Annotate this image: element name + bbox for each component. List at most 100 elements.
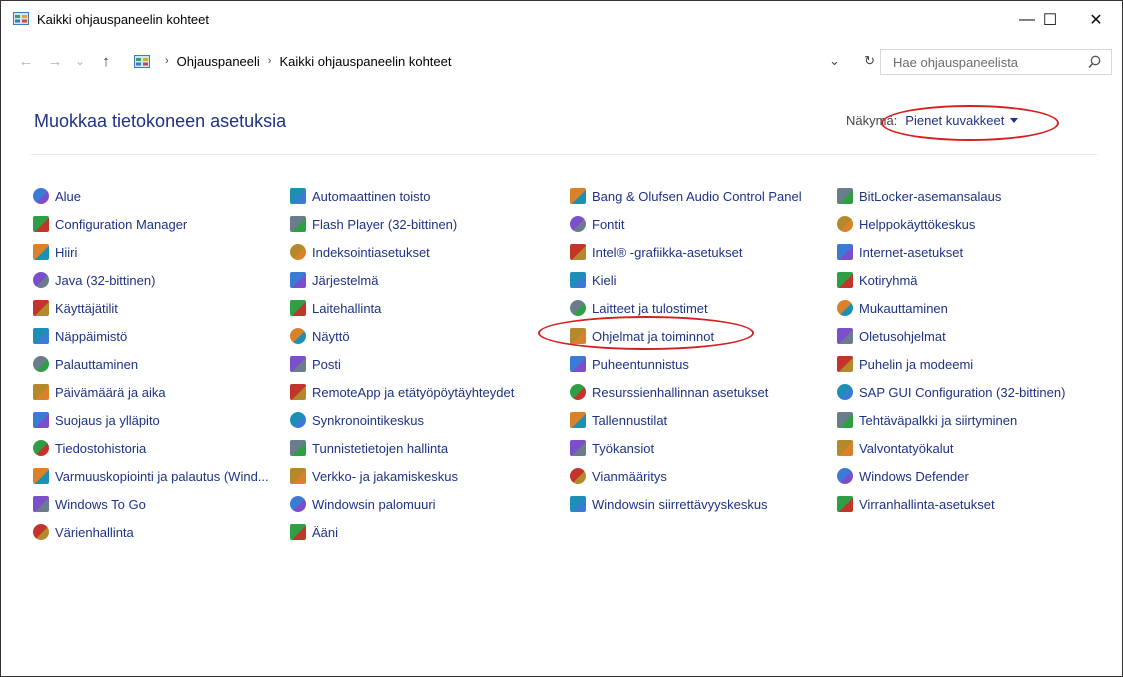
- control-panel-item[interactable]: Ohjelmat ja toiminnot: [570, 325, 714, 347]
- control-panel-item[interactable]: Fontit: [570, 213, 625, 235]
- control-panel-item[interactable]: Helppokäyttökeskus: [837, 213, 975, 235]
- control-panel-item[interactable]: Posti: [290, 353, 341, 375]
- breadcrumb-separator: ›: [267, 55, 272, 67]
- control-panel-item[interactable]: Valvontatyökalut: [837, 437, 953, 459]
- control-panel-item[interactable]: Windowsin siirrettävyyskeskus: [570, 493, 768, 515]
- control-panel-item[interactable]: Tehtäväpalkki ja siirtyminen: [837, 409, 1017, 431]
- control-panel-item[interactable]: Intel® -grafiikka-asetukset: [570, 241, 742, 263]
- control-panel-item-label: Palauttaminen: [55, 356, 139, 372]
- control-panel-item[interactable]: Hiiri: [33, 241, 77, 263]
- control-panel-item[interactable]: SAP GUI Configuration (32-bittinen): [837, 381, 1065, 403]
- control-panel-item[interactable]: Puheentunnistus: [570, 353, 689, 375]
- header-divider: [31, 154, 1097, 155]
- control-panel-item[interactable]: Java (32-bittinen): [33, 269, 155, 291]
- page-title: Muokkaa tietokoneen asetuksia: [34, 111, 287, 131]
- power-icon: [837, 496, 853, 512]
- control-panel-item-label: Käyttäjätilit: [55, 300, 118, 316]
- mouse-icon: [33, 244, 49, 260]
- control-panel-item-label: Helppokäyttökeskus: [859, 216, 976, 232]
- explorer-options-icon: [570, 384, 586, 400]
- control-panel-item-label: Indeksointiasetukset: [312, 244, 430, 260]
- search-icon[interactable]: [1088, 55, 1101, 69]
- control-panel-item[interactable]: Värienhallinta: [33, 521, 134, 543]
- control-panel-icon: [134, 54, 150, 68]
- control-panel-item[interactable]: Työkansiot: [570, 437, 654, 459]
- control-panel-item[interactable]: Järjestelmä: [290, 269, 378, 291]
- control-panel-item[interactable]: Alue: [33, 185, 81, 207]
- control-panel-item[interactable]: Tallennustilat: [570, 409, 667, 431]
- programs-icon: [570, 328, 586, 344]
- control-panel-item[interactable]: Windowsin palomuuri: [290, 493, 436, 515]
- control-panel-item[interactable]: Näyttö: [290, 325, 350, 347]
- control-panel-item[interactable]: Configuration Manager: [33, 213, 187, 235]
- control-panel-item[interactable]: Tiedostohistoria: [33, 437, 146, 459]
- control-panel-item[interactable]: BitLocker-asemansalaus: [837, 185, 1001, 207]
- control-panel-item-label: Näyttö: [312, 328, 350, 344]
- control-panel-item-label: Järjestelmä: [312, 272, 379, 288]
- refresh-button[interactable]: ↻: [864, 53, 875, 69]
- control-panel-item[interactable]: Päivämäärä ja aika: [33, 381, 166, 403]
- view-by-dropdown[interactable]: Pienet kuvakkeet: [905, 113, 1004, 128]
- control-panel-item[interactable]: Näppäimistö: [33, 325, 127, 347]
- control-panel-item[interactable]: Laitteet ja tulostimet: [570, 297, 708, 319]
- address-dropdown-button[interactable]: ⌄: [829, 53, 840, 69]
- breadcrumb-separator: ›: [165, 55, 169, 67]
- back-button[interactable]: ←: [15, 50, 37, 72]
- up-button[interactable]: ↑: [95, 50, 117, 72]
- control-panel-item[interactable]: Palauttaminen: [33, 353, 138, 375]
- control-panel-item[interactable]: Kotiryhmä: [837, 269, 918, 291]
- control-panel-item-label: Intel® -grafiikka-asetukset: [592, 244, 743, 260]
- control-panel-item[interactable]: Windows Defender: [837, 465, 969, 487]
- recent-locations-button[interactable]: ⌄: [69, 50, 91, 72]
- control-panel-item-label: Automaattinen toisto: [312, 188, 431, 204]
- control-panel-item[interactable]: Indeksointiasetukset: [290, 241, 430, 263]
- bitlocker-icon: [837, 188, 853, 204]
- control-panel-item[interactable]: Oletusohjelmat: [837, 325, 946, 347]
- control-panel-item[interactable]: Varmuuskopiointi ja palautus (Wind...: [33, 465, 269, 487]
- control-panel-item[interactable]: Käyttäjätilit: [33, 297, 118, 319]
- control-panel-item-label: Kieli: [592, 272, 617, 288]
- control-panel-item-label: Tallennustilat: [592, 412, 668, 428]
- title-bar[interactable]: Kaikki ohjauspaneelin kohteet — ☐ ✕: [1, 1, 1122, 39]
- breadcrumb-control-panel[interactable]: Ohjauspaneeli: [177, 54, 260, 69]
- control-panel-item[interactable]: Tunnistetietojen hallinta: [290, 437, 448, 459]
- control-panel-item-label: Vianmääritys: [592, 468, 667, 484]
- breadcrumb-all-items[interactable]: Kaikki ohjauspaneelin kohteet: [279, 54, 451, 69]
- control-panel-item-label: Mukauttaminen: [859, 300, 948, 316]
- control-panel-item[interactable]: Kieli: [570, 269, 617, 291]
- address-bar[interactable]: › Ohjauspaneeli › Kaikki ohjauspaneelin …: [128, 49, 843, 73]
- maximize-button[interactable]: ☐: [1027, 1, 1073, 39]
- forward-button[interactable]: →: [44, 50, 66, 72]
- control-panel-item[interactable]: Suojaus ja ylläpito: [33, 409, 160, 431]
- mobility-icon: [570, 496, 586, 512]
- control-panel-item[interactable]: Flash Player (32-bittinen): [290, 213, 457, 235]
- control-panel-item[interactable]: RemoteApp ja etätyöpöytäyhteydet: [290, 381, 514, 403]
- search-input[interactable]: Hae ohjauspaneelista: [880, 49, 1112, 75]
- control-panel-item-label: Windows To Go: [55, 496, 146, 512]
- control-panel-item-label: Verkko- ja jakamiskeskus: [312, 468, 458, 484]
- control-panel-item[interactable]: Ääni: [290, 521, 338, 543]
- close-button[interactable]: ✕: [1073, 1, 1119, 39]
- control-panel-item[interactable]: Windows To Go: [33, 493, 146, 515]
- remoteapp-icon: [290, 384, 306, 400]
- display-icon: [290, 328, 306, 344]
- chevron-down-icon[interactable]: [1010, 118, 1019, 123]
- font-icon: [570, 216, 586, 232]
- control-panel-item[interactable]: Automaattinen toisto: [290, 185, 431, 207]
- file-history-icon: [33, 440, 49, 456]
- control-panel-item[interactable]: Resurssienhallinnan asetukset: [570, 381, 768, 403]
- control-panel-item[interactable]: Bang & Olufsen Audio Control Panel: [570, 185, 802, 207]
- control-panel-item-label: Windows Defender: [859, 468, 969, 484]
- control-panel-item[interactable]: Verkko- ja jakamiskeskus: [290, 465, 458, 487]
- control-panel-item-label: Työkansiot: [592, 440, 655, 456]
- control-panel-item[interactable]: Vianmääritys: [570, 465, 667, 487]
- control-panel-item[interactable]: Internet-asetukset: [837, 241, 963, 263]
- control-panel-item[interactable]: Synkronointikeskus: [290, 409, 424, 431]
- control-panel-item[interactable]: Puhelin ja modeemi: [837, 353, 973, 375]
- control-panel-item-label: Laitteet ja tulostimet: [592, 300, 708, 316]
- control-panel-item[interactable]: Mukauttaminen: [837, 297, 948, 319]
- control-panel-item[interactable]: Virranhallinta-asetukset: [837, 493, 995, 515]
- control-panel-item-label: Synkronointikeskus: [312, 412, 424, 428]
- control-panel-item[interactable]: Laitehallinta: [290, 297, 381, 319]
- language-icon: [570, 272, 586, 288]
